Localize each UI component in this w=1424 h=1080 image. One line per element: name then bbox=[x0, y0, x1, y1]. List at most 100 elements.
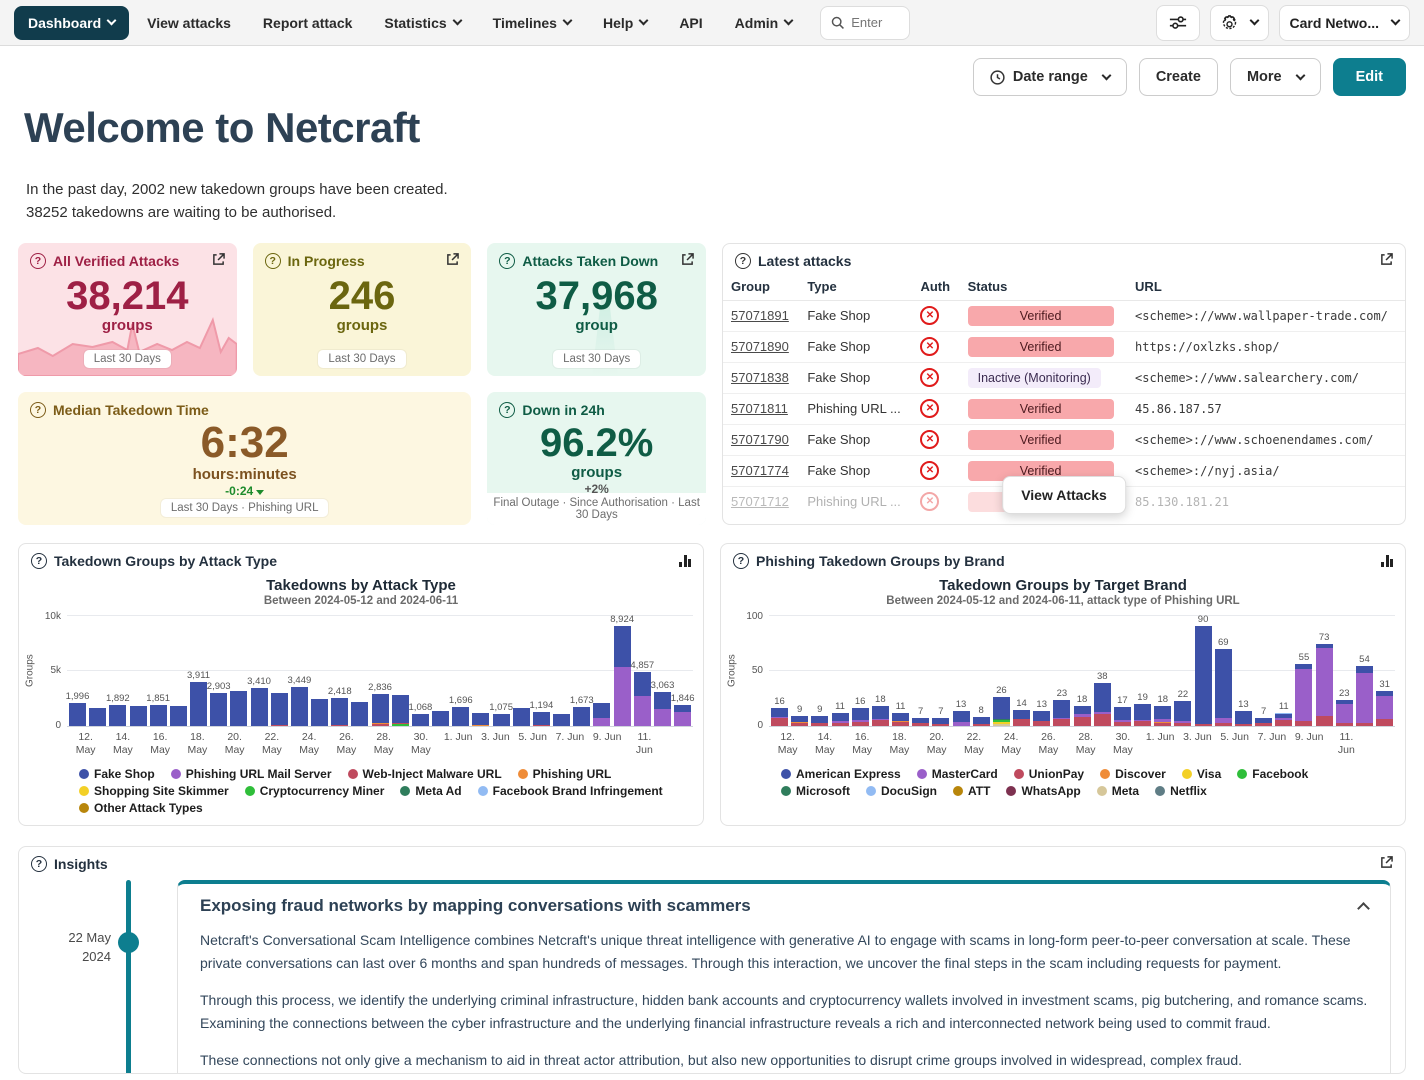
card-attacks-taken-down[interactable]: ? Attacks Taken Down 37,968 group Last 3… bbox=[487, 243, 706, 376]
external-link-icon[interactable] bbox=[1380, 856, 1393, 872]
external-link-icon[interactable] bbox=[1380, 253, 1393, 269]
nav-timelines[interactable]: Timelines bbox=[479, 7, 585, 39]
nav-admin[interactable]: Admin bbox=[721, 7, 807, 39]
bar[interactable]: 73 bbox=[1316, 644, 1333, 725]
bar[interactable]: 13 bbox=[953, 711, 970, 725]
bar[interactable]: 8,924 bbox=[614, 626, 631, 725]
bar[interactable] bbox=[513, 708, 530, 725]
nav-help[interactable]: Help bbox=[589, 7, 661, 39]
bar[interactable]: 13 bbox=[1235, 711, 1252, 725]
bar[interactable]: 9 bbox=[791, 716, 808, 726]
bar[interactable]: 38 bbox=[1094, 683, 1111, 725]
bar[interactable]: 1,075 bbox=[493, 714, 510, 726]
external-link-icon[interactable] bbox=[446, 253, 459, 269]
chevron-up-icon[interactable] bbox=[1357, 902, 1370, 915]
bar[interactable]: 11 bbox=[892, 713, 909, 725]
legend-item[interactable]: Visa bbox=[1182, 767, 1221, 781]
filters-button[interactable] bbox=[1156, 5, 1200, 41]
bar[interactable] bbox=[553, 714, 570, 726]
legend-item[interactable]: Cryptocurrency Miner bbox=[245, 784, 385, 798]
bar[interactable]: 22 bbox=[1174, 701, 1191, 725]
column-header[interactable]: Auth bbox=[912, 275, 959, 301]
help-icon[interactable]: ? bbox=[733, 553, 749, 569]
bar[interactable]: 55 bbox=[1295, 664, 1312, 725]
bar[interactable] bbox=[130, 706, 147, 726]
bar[interactable]: 2,836 bbox=[372, 694, 389, 726]
bar[interactable]: 3,449 bbox=[291, 687, 308, 725]
bar[interactable]: 23 bbox=[1053, 700, 1070, 726]
bar[interactable]: 3,911 bbox=[190, 682, 207, 725]
legend-item[interactable]: Discover bbox=[1100, 767, 1166, 781]
more-button[interactable]: More bbox=[1230, 58, 1321, 96]
card-delta[interactable]: -0:24 bbox=[30, 484, 459, 498]
legend-item[interactable]: Facebook Brand Infringement bbox=[478, 784, 663, 798]
create-button[interactable]: Create bbox=[1139, 58, 1218, 96]
legend-item[interactable]: ATT bbox=[953, 784, 990, 798]
external-link-icon[interactable] bbox=[681, 253, 694, 269]
bar[interactable]: 7 bbox=[912, 718, 929, 726]
bar[interactable] bbox=[472, 713, 489, 726]
nav-api[interactable]: API bbox=[665, 7, 716, 39]
legend-item[interactable]: Meta bbox=[1097, 784, 1139, 798]
bar-chart-icon[interactable] bbox=[1381, 555, 1393, 567]
group-link[interactable]: 57071790 bbox=[731, 432, 789, 447]
card-all-verified-attacks[interactable]: ? All Verified Attacks 38,214 groups Las… bbox=[18, 243, 237, 376]
bar-plot[interactable]: 1,9961,8921,8513,9112,9033,4103,4492,418… bbox=[67, 615, 693, 727]
bar[interactable]: 31 bbox=[1376, 691, 1393, 725]
legend-item[interactable]: Fake Shop bbox=[79, 767, 155, 781]
bar[interactable]: 16 bbox=[852, 708, 869, 726]
group-link[interactable]: 57071891 bbox=[731, 308, 789, 323]
column-header[interactable]: Status bbox=[960, 275, 1127, 301]
bar[interactable]: 69 bbox=[1215, 649, 1232, 726]
group-link[interactable]: 57071774 bbox=[731, 463, 789, 478]
help-icon[interactable]: ? bbox=[735, 253, 751, 269]
bar[interactable]: 4,857 bbox=[634, 672, 651, 726]
bar[interactable] bbox=[170, 706, 187, 726]
legend-item[interactable]: Phishing URL Mail Server bbox=[171, 767, 332, 781]
nav-dashboard[interactable]: Dashboard bbox=[14, 6, 129, 40]
bar[interactable]: 7 bbox=[932, 718, 949, 726]
bar[interactable]: 18 bbox=[1074, 706, 1091, 726]
bar[interactable]: 9 bbox=[811, 716, 828, 726]
bar[interactable]: 11 bbox=[832, 713, 849, 725]
legend-item[interactable]: Facebook bbox=[1237, 767, 1308, 781]
legend-item[interactable]: Netflix bbox=[1155, 784, 1207, 798]
bar[interactable]: 3,063 bbox=[654, 692, 671, 726]
card-median-takedown-time[interactable]: ? Median Takedown Time 6:32 hours:minute… bbox=[18, 392, 471, 525]
bar[interactable] bbox=[392, 695, 409, 726]
legend-item[interactable]: WhatsApp bbox=[1006, 784, 1080, 798]
column-header[interactable]: URL bbox=[1127, 275, 1405, 301]
legend-item[interactable]: Phishing URL bbox=[518, 767, 612, 781]
nav-report-attack[interactable]: Report attack bbox=[249, 7, 366, 39]
group-link[interactable]: 57071712 bbox=[731, 494, 789, 509]
bar[interactable] bbox=[432, 711, 449, 725]
bar[interactable]: 3,410 bbox=[251, 688, 268, 726]
account-switcher[interactable]: Card Netwo... bbox=[1279, 5, 1410, 41]
external-link-icon[interactable] bbox=[212, 253, 225, 269]
group-link[interactable]: 57071811 bbox=[731, 401, 788, 416]
legend-item[interactable]: Web-Inject Malware URL bbox=[348, 767, 502, 781]
bar[interactable]: 1,068 bbox=[412, 714, 429, 726]
bar[interactable] bbox=[593, 703, 610, 725]
bar[interactable]: 2,418 bbox=[331, 698, 348, 725]
card-in-progress[interactable]: ? In Progress 246 groups Last 30 Days bbox=[253, 243, 472, 376]
bar[interactable]: 18 bbox=[872, 706, 889, 726]
legend-item[interactable]: UnionPay bbox=[1014, 767, 1084, 781]
legend-item[interactable]: Meta Ad bbox=[400, 784, 461, 798]
card-down-in-24h[interactable]: ? Down in 24h 96.2% groups +2% Final Out… bbox=[487, 392, 706, 525]
group-link[interactable]: 57071838 bbox=[731, 370, 789, 385]
edit-button[interactable]: Edit bbox=[1333, 58, 1406, 96]
column-header[interactable]: Group bbox=[723, 275, 799, 301]
bar[interactable] bbox=[271, 693, 288, 725]
bar[interactable]: 1,851 bbox=[150, 705, 167, 726]
group-link[interactable]: 57071890 bbox=[731, 339, 789, 354]
help-icon[interactable]: ? bbox=[499, 253, 515, 269]
bar[interactable] bbox=[230, 691, 247, 725]
nav-statistics[interactable]: Statistics bbox=[370, 7, 474, 39]
bar[interactable]: 7 bbox=[1255, 718, 1272, 726]
help-icon[interactable]: ? bbox=[499, 402, 515, 418]
bar[interactable]: 18 bbox=[1154, 706, 1171, 726]
bar[interactable] bbox=[89, 708, 106, 725]
column-header[interactable]: Type bbox=[799, 275, 912, 301]
help-icon[interactable]: ? bbox=[30, 402, 46, 418]
